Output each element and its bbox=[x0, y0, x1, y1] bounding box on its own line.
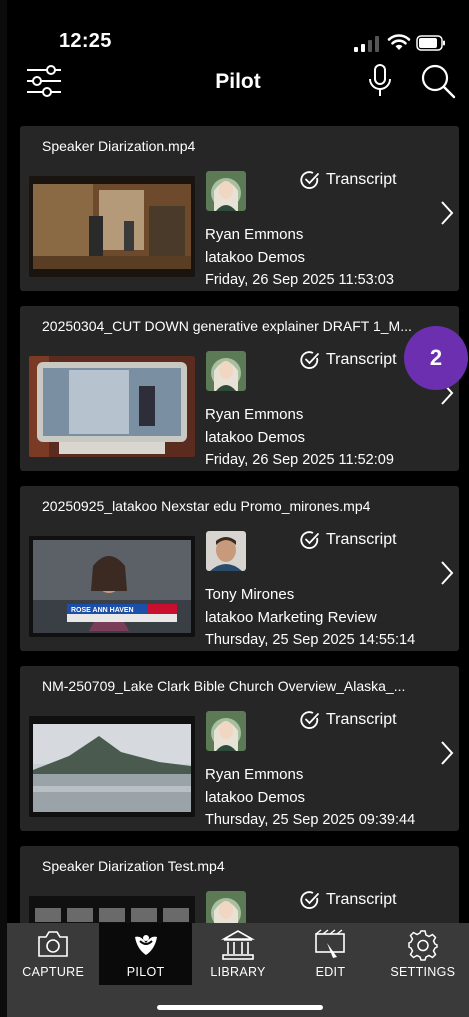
check-circle-icon bbox=[300, 891, 319, 909]
video-thumbnail bbox=[29, 896, 195, 923]
battery-icon bbox=[416, 35, 445, 51]
video-card[interactable]: 20250925_latakoo Nexstar edu Promo_miron… bbox=[20, 486, 459, 651]
video-meta: Ryan Emmons latakoo Demos Friday, 26 Sep… bbox=[205, 404, 394, 472]
transcript-label: Transcript bbox=[326, 891, 397, 908]
library-icon bbox=[221, 930, 256, 960]
edit-clapper-icon bbox=[315, 929, 346, 958]
video-thumbnail bbox=[29, 176, 195, 277]
video-card[interactable]: 20250304_CUT DOWN generative explainer D… bbox=[20, 306, 459, 471]
home-indicator[interactable] bbox=[157, 1005, 323, 1010]
group-name: latakoo Demos bbox=[205, 788, 306, 806]
tab-label: EDIT bbox=[315, 965, 346, 979]
wifi-icon bbox=[387, 34, 411, 50]
upload-date: Friday, 26 Sep 2025 11:53:03 bbox=[205, 272, 394, 288]
transcript-label: Transcript bbox=[326, 351, 397, 368]
video-filename: Speaker Diarization Test.mp4 bbox=[42, 858, 225, 874]
phone-screen: 12:25 Pilot Speaker Diarization.mp4 Tran… bbox=[7, 0, 469, 1017]
tab-label: PILOT bbox=[126, 965, 165, 979]
video-card[interactable]: NM-250709_Lake Clark Bible Church Overvi… bbox=[20, 666, 459, 831]
camera-icon bbox=[38, 931, 69, 957]
cellular-signal-icon bbox=[354, 36, 379, 52]
video-meta: Ryan Emmons latakoo Demos Thursday, 25 S… bbox=[205, 764, 415, 832]
transcript-status: Transcript bbox=[300, 170, 397, 190]
video-filename: 20250925_latakoo Nexstar edu Promo_miron… bbox=[42, 498, 371, 514]
check-circle-icon bbox=[300, 531, 319, 549]
video-thumbnail bbox=[29, 716, 195, 817]
transcript-status: Transcript bbox=[300, 350, 397, 370]
transcript-status: Transcript bbox=[300, 710, 397, 730]
tab-label: SETTINGS bbox=[390, 965, 456, 979]
tab-pilot[interactable]: PILOT bbox=[99, 923, 192, 985]
transcript-label: Transcript bbox=[326, 531, 397, 548]
video-meta: Tony Mirones latakoo Marketing Review Th… bbox=[205, 584, 415, 652]
video-list[interactable]: Speaker Diarization.mp4 Transcript Ryan … bbox=[7, 118, 469, 923]
check-circle-icon bbox=[300, 171, 319, 189]
uploader-name: Ryan Emmons bbox=[205, 766, 304, 783]
status-time: 12:25 bbox=[59, 30, 112, 52]
transcript-label: Transcript bbox=[326, 711, 397, 728]
chevron-right-icon[interactable] bbox=[440, 560, 454, 586]
video-filename: NM-250709_Lake Clark Bible Church Overvi… bbox=[42, 678, 406, 694]
bottom-safe-area bbox=[7, 985, 469, 1017]
avatar bbox=[206, 891, 246, 923]
page-title: Pilot bbox=[215, 70, 261, 93]
video-filename: Speaker Diarization.mp4 bbox=[42, 138, 196, 154]
tab-bar: CAPTURE PILOT LIBRARY EDIT SETTINGS bbox=[7, 923, 469, 985]
chevron-right-icon[interactable] bbox=[440, 200, 454, 226]
gear-icon bbox=[408, 930, 438, 961]
video-card[interactable]: Speaker Diarization Test.mp4 Transcript bbox=[20, 846, 459, 923]
step-badge: 2 bbox=[404, 326, 468, 390]
upload-date: Thursday, 25 Sep 2025 14:55:14 bbox=[205, 632, 416, 648]
video-thumbnail: ROSE ANN HAVEN bbox=[29, 536, 195, 637]
avatar bbox=[206, 351, 246, 391]
avatar bbox=[206, 531, 246, 571]
upload-date: Friday, 26 Sep 2025 11:52:09 bbox=[205, 452, 394, 468]
video-thumbnail bbox=[29, 356, 195, 457]
check-circle-icon bbox=[300, 711, 319, 729]
transcript-status: Transcript bbox=[300, 890, 397, 910]
video-meta: Ryan Emmons latakoo Demos Friday, 26 Sep… bbox=[205, 224, 394, 292]
status-bar: 12:25 bbox=[7, 0, 469, 58]
upload-date: Thursday, 25 Sep 2025 09:39:44 bbox=[205, 812, 416, 828]
pilot-bird-icon bbox=[134, 935, 157, 955]
tab-capture[interactable]: CAPTURE bbox=[7, 923, 99, 985]
avatar bbox=[206, 711, 246, 751]
uploader-name: Tony Mirones bbox=[205, 586, 295, 603]
tab-settings[interactable]: SETTINGS bbox=[377, 923, 469, 985]
search-icon[interactable] bbox=[420, 63, 456, 99]
transcript-label: Transcript bbox=[326, 171, 397, 188]
group-name: latakoo Marketing Review bbox=[205, 608, 377, 626]
transcript-status: Transcript bbox=[300, 530, 397, 550]
group-name: latakoo Demos bbox=[205, 248, 306, 266]
group-name: latakoo Demos bbox=[205, 428, 306, 446]
tab-library[interactable]: LIBRARY bbox=[192, 923, 284, 985]
microphone-icon[interactable] bbox=[367, 63, 393, 99]
check-circle-icon bbox=[300, 351, 319, 369]
video-card[interactable]: Speaker Diarization.mp4 Transcript Ryan … bbox=[20, 126, 459, 291]
thumbnail-caption: ROSE ANN HAVEN bbox=[71, 607, 134, 614]
chevron-right-icon[interactable] bbox=[440, 740, 454, 766]
uploader-name: Ryan Emmons bbox=[205, 226, 304, 243]
tab-edit[interactable]: EDIT bbox=[284, 923, 376, 985]
avatar bbox=[206, 171, 246, 211]
uploader-name: Ryan Emmons bbox=[205, 406, 304, 423]
tab-label: LIBRARY bbox=[210, 965, 266, 979]
video-filename: 20250304_CUT DOWN generative explainer D… bbox=[42, 318, 412, 334]
tab-label: CAPTURE bbox=[22, 965, 85, 979]
